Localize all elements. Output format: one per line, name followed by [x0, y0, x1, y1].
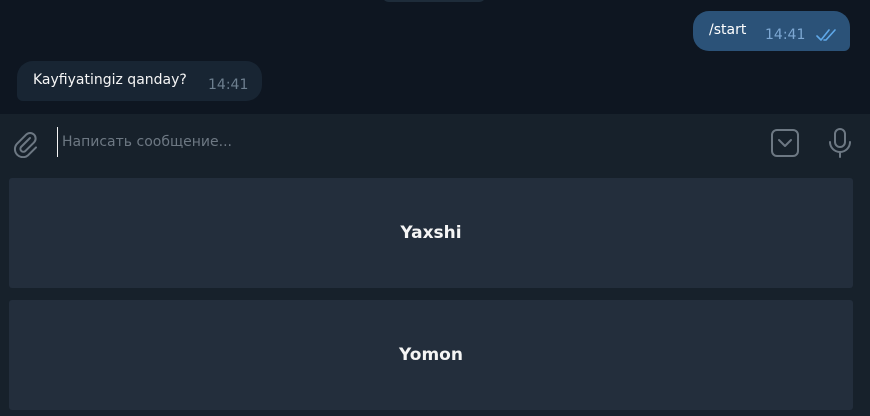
message-text: Kayfiyatingiz qanday? — [33, 72, 187, 88]
incoming-message[interactable]: Kayfiyatingiz qanday? 14:41 — [17, 61, 262, 101]
message-input[interactable] — [57, 127, 742, 157]
double-check-icon — [816, 29, 836, 41]
message-time: 14:41 — [208, 77, 249, 93]
reply-button-yaxshi[interactable]: Yaxshi — [9, 178, 853, 288]
message-composer — [0, 114, 870, 171]
message-time: 14:41 — [765, 27, 806, 43]
message-list[interactable]: /start 14:41 Kayfiyatingiz qanday? 14:41 — [0, 0, 870, 114]
message-text: /start — [709, 22, 747, 38]
bot-keyboard-icon[interactable] — [770, 128, 800, 158]
outgoing-message[interactable]: /start 14:41 — [693, 11, 850, 51]
telegram-chat-window: /start 14:41 Kayfiyatingiz qanday? 14:41 — [0, 0, 870, 416]
bot-reply-keyboard: Yaxshi Yomon — [0, 171, 870, 416]
paperclip-icon[interactable] — [12, 130, 40, 158]
date-separator — [382, 0, 486, 2]
reply-button-yomon[interactable]: Yomon — [9, 300, 853, 410]
microphone-icon[interactable] — [826, 127, 854, 159]
